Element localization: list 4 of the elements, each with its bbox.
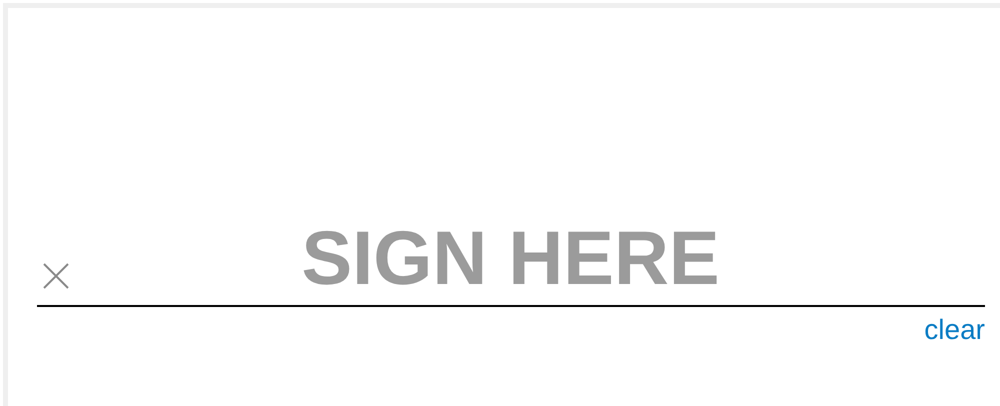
sign-here-placeholder: SIGN HERE bbox=[301, 221, 720, 297]
clear-link[interactable]: clear bbox=[924, 315, 985, 346]
close-icon bbox=[42, 262, 70, 290]
signature-pad[interactable]: SIGN HERE clear bbox=[3, 3, 1000, 406]
